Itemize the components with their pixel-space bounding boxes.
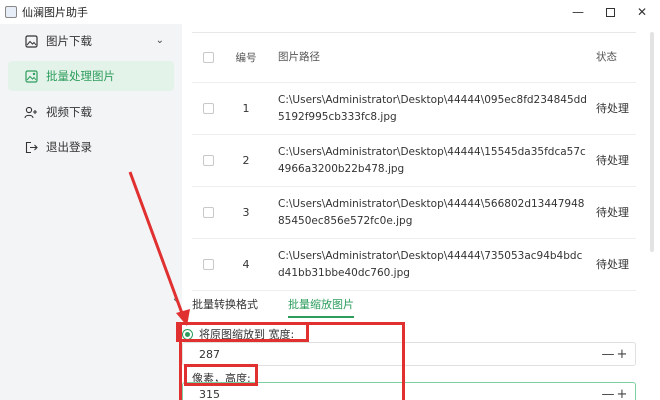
user-plus-icon <box>24 105 38 119</box>
maximize-button[interactable] <box>594 0 626 24</box>
row-checkbox[interactable] <box>202 155 214 166</box>
row-number: 2 <box>242 153 250 167</box>
row-checkbox[interactable] <box>202 103 214 114</box>
table-row[interactable]: 1 C:\Users\Administrator\Desktop\44444\0… <box>192 83 636 135</box>
row-status: 待处理 <box>596 154 629 167</box>
tab-bar: 批量转换格式 批量缩放图片 <box>192 296 384 318</box>
image-edit-icon <box>24 69 38 83</box>
tab-batch-resize[interactable]: 批量缩放图片 <box>288 296 354 318</box>
select-all-checkbox[interactable] <box>202 52 214 63</box>
image-table: 编号 图片路径 状态 1 C:\Users\Administrator\Desk… <box>192 32 636 291</box>
maximize-icon <box>605 7 615 17</box>
row-status: 待处理 <box>596 258 629 271</box>
sidebar-item-batch-process[interactable]: 批量处理图片 <box>8 61 174 91</box>
sidebar-item-label: 图片下载 <box>46 34 92 48</box>
width-plus-button[interactable]: + <box>615 347 629 362</box>
row-path: C:\Users\Administrator\Desktop\44444\155… <box>278 145 586 175</box>
app-icon <box>5 6 17 18</box>
close-button[interactable]: ✕ <box>626 0 658 24</box>
logout-icon <box>24 140 38 154</box>
window-title: 仙澜图片助手 <box>22 6 88 19</box>
title-bar: 仙澜图片助手 — ✕ <box>0 0 660 24</box>
minimize-button[interactable]: — <box>562 0 594 24</box>
table-header: 编号 图片路径 状态 <box>192 33 636 83</box>
sidebar-item-label: 视频下载 <box>46 105 92 119</box>
table-row[interactable]: 4 C:\Users\Administrator\Desktop\44444\7… <box>192 239 636 291</box>
annotation-box-height-label <box>184 364 258 386</box>
height-minus-button[interactable]: — <box>601 387 615 400</box>
table-scrollbar[interactable] <box>650 32 654 252</box>
column-header-number: 编号 <box>235 51 257 64</box>
row-path: C:\Users\Administrator\Desktop\44444\735… <box>278 249 583 279</box>
row-status: 待处理 <box>596 206 629 219</box>
row-status: 待处理 <box>596 102 629 115</box>
table-row[interactable]: 2 C:\Users\Administrator\Desktop\44444\1… <box>192 135 636 187</box>
row-number: 1 <box>242 101 250 115</box>
column-header-status: 状态 <box>596 51 617 63</box>
sidebar-item-image-download[interactable]: 图片下载 ⌄ <box>8 26 174 56</box>
chevron-down-icon: ⌄ <box>155 35 164 46</box>
table-row[interactable]: 3 C:\Users\Administrator\Desktop\44444\5… <box>192 187 636 239</box>
row-path: C:\Users\Administrator\Desktop\44444\566… <box>278 197 585 227</box>
row-path: C:\Users\Administrator\Desktop\44444\095… <box>278 93 587 123</box>
row-number: 4 <box>242 257 250 271</box>
image-icon <box>24 34 38 48</box>
sidebar-item-label: 退出登录 <box>46 140 92 154</box>
height-plus-button[interactable]: + <box>615 387 629 400</box>
sidebar-item-video-download[interactable]: 视频下载 <box>8 97 174 127</box>
row-number: 3 <box>242 205 250 219</box>
sidebar-item-logout[interactable]: 退出登录 <box>8 132 174 162</box>
tab-batch-convert[interactable]: 批量转换格式 <box>192 296 258 318</box>
row-checkbox[interactable] <box>202 207 214 218</box>
sidebar: 图片下载 ⌄ 批量处理图片 视频下载 退出登录 ‹ <box>0 24 182 400</box>
collapse-sidebar-icon[interactable]: ‹ <box>173 292 178 306</box>
sidebar-item-label: 批量处理图片 <box>46 69 115 83</box>
width-minus-button[interactable]: — <box>601 347 615 362</box>
annotation-box-fields <box>179 322 405 400</box>
row-checkbox[interactable] <box>202 259 214 270</box>
column-header-path: 图片路径 <box>278 51 320 63</box>
